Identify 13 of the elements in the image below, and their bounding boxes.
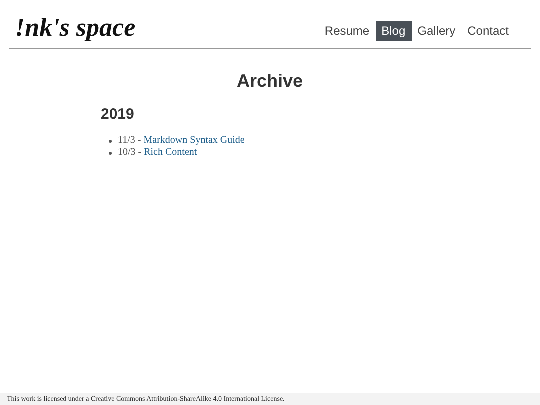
bullet-icon bbox=[109, 152, 112, 154]
post-link[interactable]: Markdown Syntax Guide bbox=[144, 135, 245, 147]
post-date: 11/3 - bbox=[118, 135, 142, 147]
nav-link[interactable]: Gallery bbox=[412, 21, 462, 41]
bullet-icon bbox=[109, 140, 112, 142]
nav-link[interactable]: Contact bbox=[462, 21, 515, 41]
site-title[interactable]: !nk's space bbox=[15, 13, 136, 43]
post-link[interactable]: Rich Content bbox=[144, 147, 198, 159]
page-heading: Archive bbox=[236, 71, 304, 92]
year-heading: 2019 bbox=[101, 106, 134, 123]
post-date: 10/3 - bbox=[118, 147, 143, 159]
nav-link[interactable]: Resume bbox=[318, 21, 376, 41]
nav-link[interactable]: Blog bbox=[376, 21, 412, 41]
